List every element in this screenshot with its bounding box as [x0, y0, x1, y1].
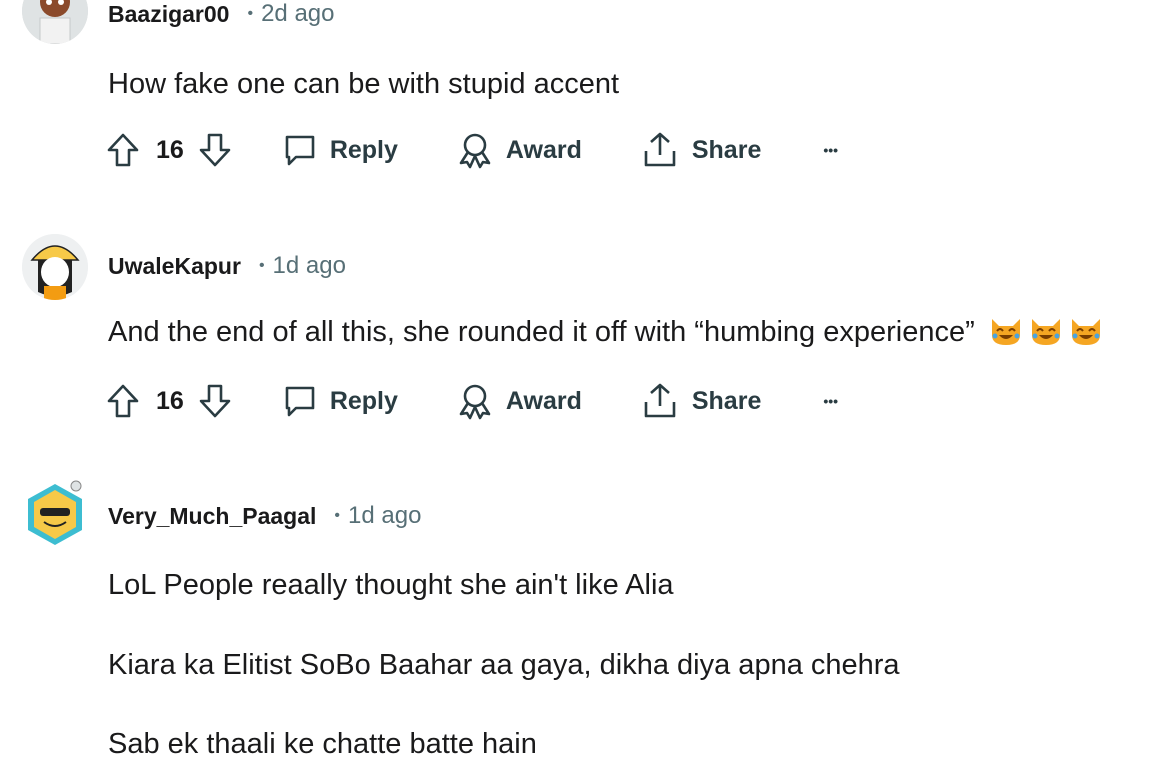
avatar[interactable]	[22, 0, 88, 44]
downvote-arrow-icon	[199, 384, 231, 418]
comment-paragraph: Sab ek thaali ke chatte batte hain	[108, 728, 537, 760]
action-bar: 16 Reply Award Share •••	[106, 379, 838, 423]
separator-dot: •	[334, 507, 341, 524]
share-label: Share	[691, 135, 762, 164]
speech-bubble-icon	[285, 135, 315, 166]
downvote-button[interactable]	[198, 132, 232, 168]
more-options-button[interactable]: •••	[823, 393, 838, 409]
share-button[interactable]: Share	[642, 131, 761, 169]
more-dots-icon: •••	[823, 142, 839, 158]
separator-dot: •	[247, 5, 254, 22]
share-label: Share	[691, 386, 762, 415]
reply-label: Reply	[329, 386, 398, 415]
more-dots-icon: •••	[823, 393, 839, 409]
reply-button[interactable]: Reply	[282, 132, 398, 168]
vote-count: 16	[156, 386, 184, 415]
comment-text-row: And the end of all this, she rounded it …	[108, 316, 1103, 355]
comment-baazigar00: Baazigar00 • 2d ago How fake one can be …	[0, 0, 1172, 200]
comment-paragraph: Kiara ka Elitist SoBo Baahar aa gaya, di…	[108, 649, 900, 681]
timestamp[interactable]: 1d ago	[348, 502, 421, 530]
timestamp[interactable]: 1d ago	[273, 252, 346, 280]
joy-cat-emoji	[1069, 317, 1103, 355]
username[interactable]: Very_Much_Paagal	[108, 503, 316, 530]
reply-label: Reply	[329, 135, 398, 164]
comment-text: How fake one can be with stupid accent	[108, 68, 620, 100]
comment-very-much-paagal: Very_Much_Paagal • 1d ago LoL People rea…	[0, 476, 1172, 767]
downvote-button[interactable]	[198, 383, 232, 419]
timestamp[interactable]: 2d ago	[261, 0, 334, 28]
upvote-arrow-icon	[107, 133, 139, 167]
comment-paragraph: LoL People reaally thought she ain't lik…	[108, 569, 674, 601]
avatar[interactable]	[22, 480, 88, 546]
comment-uwalekapur: UwaleKapur • 1d ago And the end of all t…	[0, 228, 1172, 448]
award-button[interactable]: Award	[456, 131, 582, 169]
share-upload-icon	[644, 132, 676, 167]
username[interactable]: UwaleKapur	[108, 253, 241, 280]
award-label: Award	[505, 135, 582, 164]
downvote-arrow-icon	[199, 133, 231, 167]
speech-bubble-icon	[285, 386, 315, 417]
award-ribbon-icon	[459, 133, 491, 169]
share-button[interactable]: Share	[642, 382, 761, 420]
separator-dot: •	[258, 257, 265, 274]
upvote-button[interactable]	[106, 132, 140, 168]
joy-cat-emoji	[1029, 317, 1063, 355]
action-bar: 16 Reply Award Share •••	[106, 128, 838, 172]
upvote-arrow-icon	[107, 384, 139, 418]
share-upload-icon	[644, 383, 676, 418]
award-ribbon-icon	[459, 384, 491, 420]
vote-count: 16	[156, 135, 184, 164]
avatar[interactable]	[22, 234, 88, 300]
award-label: Award	[505, 386, 582, 415]
upvote-button[interactable]	[106, 383, 140, 419]
more-options-button[interactable]: •••	[823, 142, 838, 158]
award-button[interactable]: Award	[456, 382, 582, 420]
joy-cat-emoji	[989, 317, 1023, 355]
comment-text: And the end of all this, she rounded it …	[108, 316, 975, 348]
username[interactable]: Baazigar00	[108, 1, 229, 28]
reply-button[interactable]: Reply	[282, 383, 398, 419]
